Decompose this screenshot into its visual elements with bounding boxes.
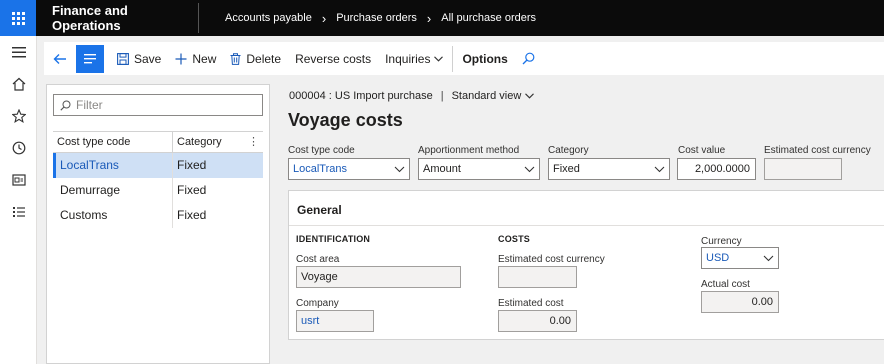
app-launcher-icon[interactable]	[0, 0, 36, 36]
costs-heading: COSTS	[498, 234, 531, 244]
filter-placeholder: Filter	[76, 98, 103, 112]
column-header-category-label: Category	[177, 135, 222, 148]
table-row[interactable]: LocalTrans Fixed	[53, 153, 263, 178]
record-caption: 000004 : US Import purchase | Standard v…	[289, 90, 535, 102]
inquiries-menu-button[interactable]: Inquiries	[378, 42, 450, 75]
breadcrumb-all-purchase-orders[interactable]: All purchase orders	[441, 12, 536, 24]
search-icon	[60, 100, 71, 111]
hamburger-icon[interactable]	[0, 36, 37, 68]
inquiries-label: Inquiries	[385, 51, 431, 66]
chevron-down-icon	[654, 162, 665, 179]
top-bar: Finance and Operations Accounts payable …	[0, 0, 884, 36]
chevron-down-icon	[394, 162, 405, 179]
list-panel: Filter Cost type code Category ⋮ LocalTr…	[46, 84, 270, 364]
filter-input[interactable]: Filter	[53, 94, 263, 116]
divider	[289, 225, 884, 226]
chevron-right-icon: ›	[321, 10, 327, 26]
list-menu-button[interactable]	[76, 44, 104, 73]
cost-type-code-value: LocalTrans	[293, 163, 348, 175]
company-label: Company	[296, 298, 339, 309]
toolbar-divider	[452, 45, 454, 72]
estimated-cost-currency-field[interactable]	[764, 158, 842, 180]
clock-icon[interactable]	[0, 132, 37, 164]
estimated-cost-label: Estimated cost	[498, 298, 564, 309]
reverse-costs-label: Reverse costs	[295, 51, 372, 66]
delete-label: Delete	[246, 51, 282, 66]
category-cell: Fixed	[177, 183, 207, 197]
general-tab-title[interactable]: General	[297, 203, 342, 217]
general-fasttab: General	[288, 190, 884, 340]
cost-type-code-dropdown[interactable]: LocalTrans	[288, 158, 410, 180]
record-id: 000004 : US Import purchase	[289, 90, 433, 102]
identification-heading: IDENTIFICATION	[296, 234, 371, 244]
chevron-down-icon	[434, 55, 444, 62]
apportionment-method-label: Apportionment method	[418, 145, 520, 156]
table-row[interactable]: Demurrage Fixed	[53, 178, 263, 203]
plus-icon	[175, 53, 187, 65]
breadcrumb-accounts-payable[interactable]: Accounts payable	[225, 12, 312, 24]
search-icon	[522, 52, 535, 65]
cost-value-field[interactable]: 2,000.0000	[677, 158, 756, 180]
app-title[interactable]: Finance and Operations	[52, 3, 192, 33]
cost-area-label: Cost area	[296, 254, 340, 265]
view-selector[interactable]: Standard view	[452, 90, 522, 102]
chevron-down-icon[interactable]	[525, 93, 535, 99]
apportionment-method-dropdown[interactable]: Amount	[418, 158, 540, 180]
star-icon[interactable]	[0, 100, 37, 132]
search-button[interactable]	[515, 42, 542, 75]
estimated-cost-currency-label: Estimated cost currency	[498, 254, 605, 265]
home-icon[interactable]	[0, 68, 37, 100]
estimated-cost-currency-label: Estimated cost currency	[764, 145, 871, 156]
more-options-icon[interactable]: ⋮	[248, 132, 259, 153]
cost-type-code-cell[interactable]: LocalTrans	[53, 153, 173, 178]
divider	[198, 3, 199, 33]
table-row[interactable]: Customs Fixed	[53, 203, 263, 228]
save-label: Save	[134, 51, 162, 66]
save-icon	[117, 52, 129, 65]
action-toolbar: Save New Delete Reverse costs Inquiries …	[44, 42, 884, 75]
currency-label: Currency	[701, 236, 742, 247]
save-button[interactable]: Save	[110, 42, 168, 75]
chevron-down-icon	[524, 162, 535, 179]
list-icon[interactable]	[0, 196, 37, 228]
category-dropdown[interactable]: Fixed	[548, 158, 670, 180]
grid-header: Cost type code Category ⋮	[53, 131, 263, 153]
page-title: Voyage costs	[288, 110, 403, 130]
options-label: Options	[462, 51, 508, 66]
apportionment-method-value: Amount	[423, 163, 461, 175]
cost-type-code-label: Cost type code	[288, 145, 355, 156]
estimated-cost-field[interactable]: 0.00	[498, 310, 577, 332]
cost-type-code-cell[interactable]: Demurrage	[53, 178, 173, 203]
company-value[interactable]: usrt	[301, 315, 319, 327]
cost-type-code-cell[interactable]: Customs	[53, 203, 173, 228]
category-cell: Fixed	[177, 208, 207, 222]
reverse-costs-button[interactable]: Reverse costs	[288, 42, 378, 75]
cost-area-field[interactable]: Voyage	[296, 266, 461, 288]
category-value: Fixed	[553, 163, 580, 175]
company-field[interactable]: usrt	[296, 310, 374, 332]
cost-type-grid: Cost type code Category ⋮ LocalTrans Fix…	[53, 131, 263, 228]
actual-cost-label: Actual cost	[701, 279, 750, 290]
column-header-cost-type-code[interactable]: Cost type code	[53, 131, 173, 153]
category-label: Category	[548, 145, 589, 156]
actual-cost-field[interactable]: 0.00	[701, 291, 779, 313]
new-button[interactable]: New	[168, 42, 223, 75]
new-label: New	[192, 51, 217, 66]
category-cell: Fixed	[177, 158, 207, 172]
delete-button[interactable]: Delete	[223, 42, 288, 75]
currency-dropdown[interactable]: USD	[701, 247, 779, 269]
estimated-cost-currency-field[interactable]	[498, 266, 577, 288]
options-tab[interactable]: Options	[455, 42, 514, 75]
trash-icon	[230, 52, 241, 65]
chevron-right-icon: ›	[426, 10, 432, 26]
chevron-down-icon	[763, 251, 774, 268]
breadcrumb-purchase-orders[interactable]: Purchase orders	[336, 12, 417, 24]
separator: |	[440, 90, 444, 102]
column-header-category[interactable]: Category ⋮	[173, 132, 263, 153]
workspace-icon[interactable]	[0, 164, 37, 196]
left-navigation	[0, 36, 37, 364]
cost-value-label: Cost value	[678, 145, 726, 156]
currency-value: USD	[706, 252, 730, 264]
back-arrow-icon[interactable]	[44, 42, 76, 75]
